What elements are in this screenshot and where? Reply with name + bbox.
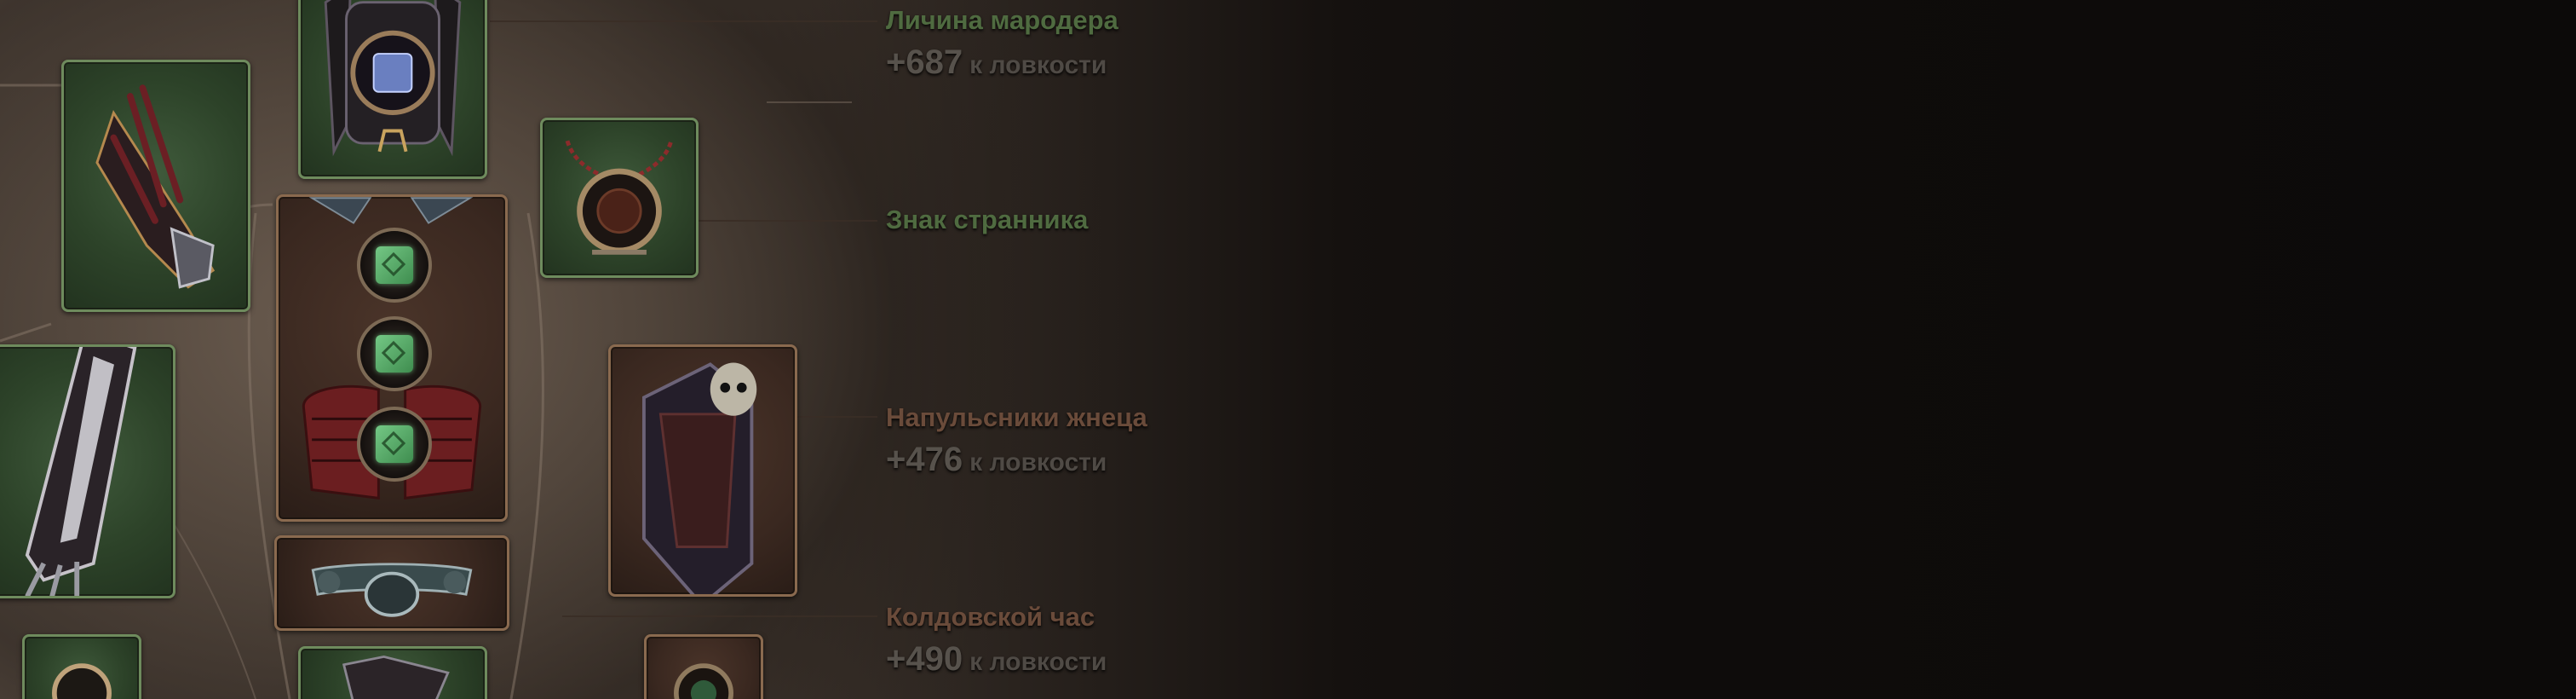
stat-value: +476 bbox=[886, 441, 963, 478]
stat-suffix: к ловкости bbox=[969, 51, 1107, 79]
ring-slot-left[interactable] bbox=[22, 634, 141, 699]
cloak-shield-icon bbox=[641, 362, 757, 594]
item-label-bracers: Напульсники жнеца +476 к ловкости bbox=[886, 404, 1147, 477]
item-name: Напульсники жнеца bbox=[886, 402, 1147, 432]
ring-icon bbox=[674, 663, 733, 699]
item-stat: +476 к ловкости bbox=[886, 442, 1147, 477]
equipment-screen: Личина мародера +687 к ловкости Знак стра… bbox=[0, 0, 2576, 699]
stat-value: +687 bbox=[886, 43, 963, 81]
pants-slot[interactable] bbox=[298, 646, 487, 699]
connector-line-helm bbox=[490, 20, 877, 22]
socket-gem-3[interactable] bbox=[357, 407, 432, 482]
item-name: Личина мародера bbox=[886, 5, 1118, 35]
connector-line-belt bbox=[562, 615, 877, 617]
item-name: Колдовской час bbox=[886, 602, 1095, 632]
belt-slot[interactable] bbox=[274, 535, 509, 631]
amulet-slot[interactable] bbox=[540, 118, 699, 278]
helm-slot[interactable] bbox=[298, 0, 487, 179]
socket-gem-2[interactable] bbox=[357, 316, 432, 391]
item-stat: +687 к ловкости bbox=[886, 45, 1118, 79]
bracers-icon bbox=[25, 347, 137, 596]
item-label-amulet: Знак странника bbox=[886, 206, 1088, 233]
item-label-belt: Колдовской час +490 к ловкости bbox=[886, 604, 1107, 676]
chest-slot[interactable] bbox=[276, 194, 508, 522]
emerald-icon bbox=[376, 425, 413, 463]
emerald-icon bbox=[376, 335, 413, 373]
connector-line-offhand bbox=[796, 416, 877, 418]
gloves-slot[interactable] bbox=[61, 60, 250, 312]
ring-icon bbox=[52, 663, 112, 699]
socket-gem-1[interactable] bbox=[357, 228, 432, 303]
stat-suffix: к ловкости bbox=[969, 448, 1107, 477]
stat-suffix: к ловкости bbox=[969, 648, 1107, 676]
belt-icon bbox=[311, 563, 473, 617]
offhand-slot[interactable] bbox=[608, 344, 797, 597]
ring-slot-right[interactable] bbox=[644, 634, 763, 699]
helm-icon bbox=[324, 0, 462, 157]
bracers-slot[interactable] bbox=[0, 344, 175, 598]
connector-line-amulet bbox=[699, 220, 877, 222]
gloves-icon bbox=[95, 84, 216, 289]
amulet-icon bbox=[565, 140, 674, 255]
stat-value: +490 bbox=[886, 640, 963, 678]
pants-icon bbox=[342, 655, 450, 699]
emerald-icon bbox=[376, 246, 413, 284]
item-name: Знак странника bbox=[886, 205, 1089, 234]
item-label-helm: Личина мародера +687 к ловкости bbox=[886, 7, 1118, 79]
item-stat: +490 к ловкости bbox=[886, 642, 1107, 676]
